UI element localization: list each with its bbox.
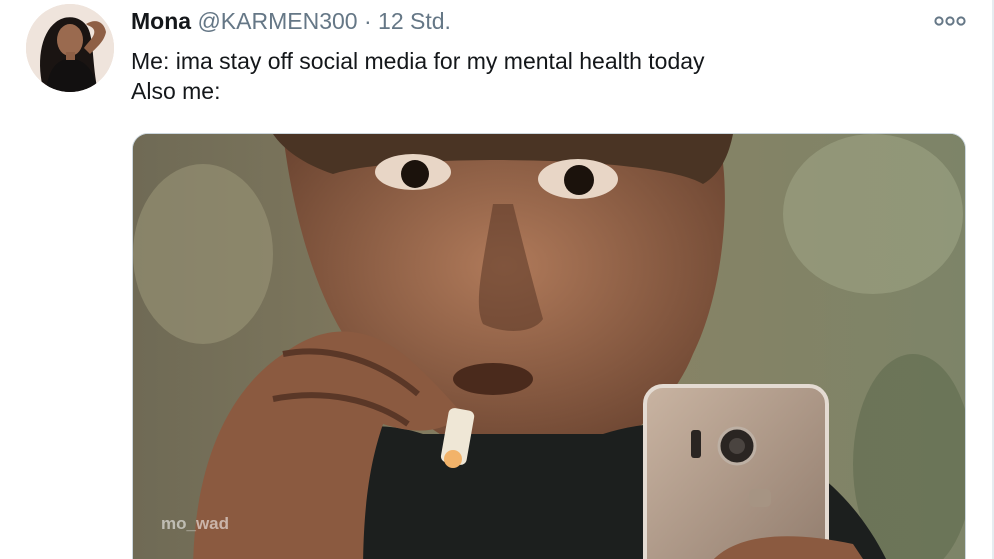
- tweet-header: Mona @KARMEN300 · 12 Std.: [131, 6, 451, 36]
- tweet-text: Me: ima stay off social media for my men…: [131, 46, 951, 106]
- header-separator: ·: [363, 8, 372, 34]
- tweet-text-line: Also me:: [131, 78, 221, 104]
- tweet-timestamp[interactable]: 12 Std.: [378, 8, 451, 34]
- avatar[interactable]: [26, 4, 114, 92]
- author-display-name[interactable]: Mona: [131, 8, 191, 34]
- tweet-media-image[interactable]: mo_wad: [132, 133, 966, 559]
- media-watermark: mo_wad: [161, 514, 230, 533]
- more-options-icon: [934, 16, 966, 26]
- avatar-image: [26, 4, 114, 92]
- meme-photo: [133, 134, 965, 559]
- tweet: Mona @KARMEN300 · 12 Std. Me: ima stay o…: [0, 0, 994, 559]
- more-options-button[interactable]: [933, 12, 967, 30]
- tweet-text-line: Me: ima stay off social media for my men…: [131, 48, 705, 74]
- author-handle[interactable]: @KARMEN300: [197, 8, 357, 34]
